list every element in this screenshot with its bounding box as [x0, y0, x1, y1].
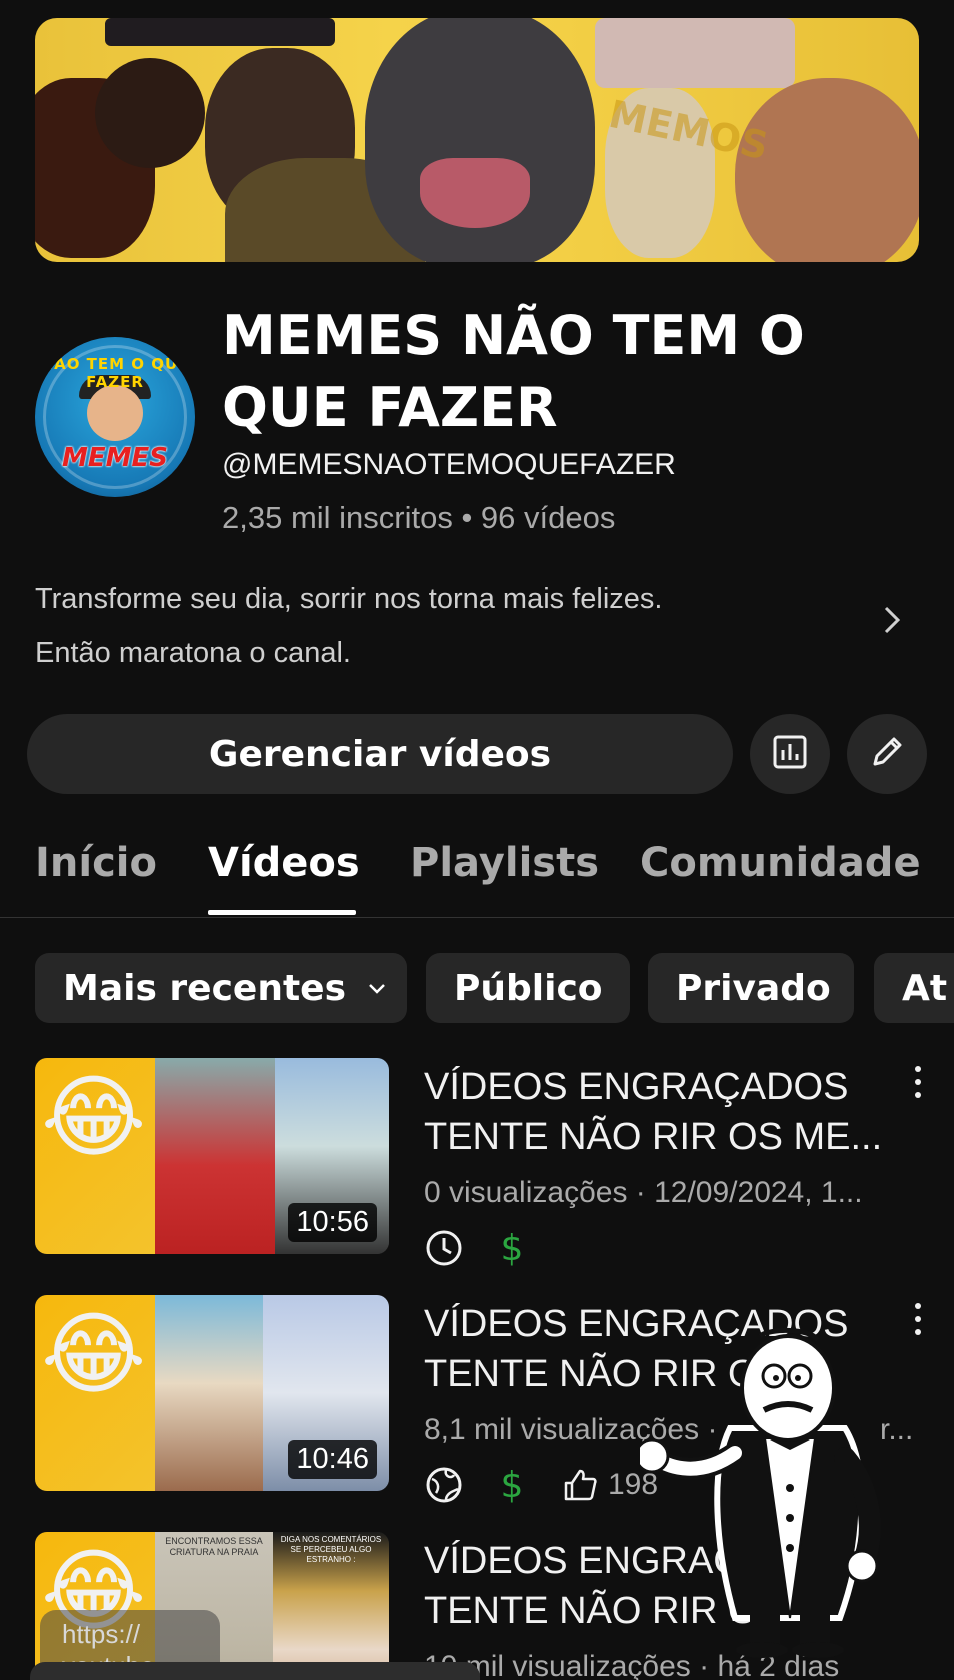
laughing-emoji-icon: 😂: [41, 1305, 147, 1405]
thumbs-up-icon: [560, 1465, 600, 1505]
tab-comunidade[interactable]: Comunidade: [640, 840, 921, 886]
channel-title: MEMES NÃO TEM O QUE FAZER: [222, 304, 805, 439]
channel-banner: MEMOS: [35, 18, 919, 262]
video-duration: 10:46: [288, 1440, 377, 1479]
video-title-line: TENTE NÃO RIR OS ME...: [424, 1116, 883, 1158]
laughing-emoji-icon: 😂: [41, 1068, 147, 1168]
channel-description[interactable]: Transforme seu dia, sorrir nos torna mai…: [35, 572, 865, 680]
active-tab-indicator: [208, 910, 356, 915]
channel-stats: 2,35 mil inscritos • 96 vídeos: [222, 500, 616, 535]
edit-channel-button[interactable]: [847, 714, 927, 794]
analytics-button[interactable]: [750, 714, 830, 794]
pencil-icon: [867, 732, 907, 777]
url-overlay-text: https://: [62, 1619, 141, 1649]
tab-playlists[interactable]: Playlists: [410, 840, 599, 886]
video-title[interactable]: VÍDEOS ENGRAÇADOS TENTE NÃO RIR OS ME...: [424, 1062, 914, 1162]
manage-videos-button[interactable]: Gerenciar vídeos: [27, 714, 733, 794]
monetization-icon: $: [500, 1227, 524, 1269]
chevron-right-icon[interactable]: [876, 600, 906, 640]
thumbnail-caption: DIGA NOS COMENTÁRIOS SE PERCEBEU ALGO ES…: [280, 1535, 382, 1564]
channel-tabs: Início Vídeos Playlists Comunidade: [0, 830, 954, 918]
avatar-text-top: NÃO TEM O QUE FAZER: [40, 355, 190, 391]
video-status-icons: $: [424, 1226, 532, 1270]
thumbnail-caption: ENCONTRAMOS ESSA CRIATURA NA PRAIA: [165, 1536, 263, 1557]
chevron-down-icon: [366, 968, 388, 1009]
tab-inicio[interactable]: Início: [35, 840, 157, 886]
clock-icon: [424, 1228, 464, 1268]
channel-handle: @MEMESNAOTEMOQUEFAZER: [222, 448, 676, 481]
globe-icon: [424, 1465, 464, 1505]
avatar-logo-text: MEMES: [62, 443, 168, 473]
monetization-icon: $: [500, 1464, 524, 1506]
channel-avatar[interactable]: NÃO TEM O QUE FAZER MEMES: [35, 337, 195, 497]
waiter-mascot-overlay: [634, 1318, 930, 1658]
tab-videos[interactable]: Vídeos: [208, 840, 360, 886]
filter-chip-more[interactable]: At: [874, 953, 954, 1023]
analytics-icon: [770, 732, 810, 777]
more-options-icon[interactable]: [906, 1062, 930, 1102]
video-duration: 10:56: [288, 1203, 377, 1242]
filter-chip-publico[interactable]: Público: [426, 953, 630, 1023]
video-meta: 0 visualizações · 12/09/2024, 1...: [424, 1176, 863, 1209]
video-status-icons: $ 198: [424, 1463, 658, 1507]
sort-label: Mais recentes: [63, 967, 347, 1009]
video-item[interactable]: 😂 10:56 VÍDEOS ENGRAÇADOS TENTE NÃO RIR …: [0, 1058, 954, 1269]
video-title-line: VÍDEOS ENGRAÇADOS: [424, 1066, 849, 1108]
description-line: Então maratona o canal.: [35, 637, 351, 669]
sort-dropdown[interactable]: Mais recentes: [35, 953, 407, 1023]
description-line: Transforme seu dia, sorrir nos torna mai…: [35, 583, 663, 615]
video-thumbnail[interactable]: 😂 10:56: [35, 1058, 389, 1254]
bottom-sheet-handle: [30, 1662, 480, 1680]
video-thumbnail[interactable]: 😂 10:46: [35, 1295, 389, 1491]
filter-chip-privado[interactable]: Privado: [648, 953, 854, 1023]
